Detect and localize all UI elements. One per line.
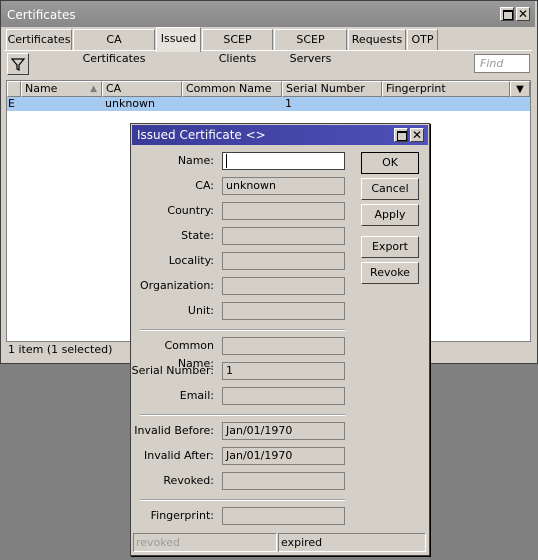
email-label: Email:	[179, 389, 214, 402]
close-icon: ✕	[517, 7, 529, 21]
revoke-button[interactable]: Revoke	[361, 262, 419, 284]
close-icon: ✕	[411, 128, 423, 142]
row-fingerprint	[382, 97, 510, 111]
country-field	[222, 202, 345, 220]
tab-otp[interactable]: OTP	[407, 29, 438, 50]
tab-scep-clients[interactable]: SCEP Clients	[202, 29, 273, 65]
column-header-name-label: Name	[25, 82, 58, 95]
invalid-after-field: Jan/01/1970	[222, 447, 345, 465]
tab-scep-servers[interactable]: SCEP Servers	[274, 29, 347, 65]
country-label: Country:	[167, 204, 214, 217]
serial-number-label: Serial Number:	[131, 364, 214, 377]
expired-status: expired	[278, 533, 426, 552]
find-input[interactable]: Find	[474, 54, 530, 73]
filter-button[interactable]	[7, 53, 29, 75]
tab-ca-certificates[interactable]: CA Certificates	[73, 29, 155, 65]
column-header-fingerprint[interactable]: Fingerprint	[382, 81, 510, 97]
state-field	[222, 227, 345, 245]
dialog-titlebar[interactable]: Issued Certificate <>	[132, 125, 428, 145]
column-header-name[interactable]: Name ▲	[21, 81, 102, 97]
maximize-icon	[397, 131, 407, 141]
apply-button[interactable]: Apply	[361, 204, 419, 226]
revoked-label: Revoked:	[163, 474, 214, 487]
maximize-icon	[503, 10, 513, 20]
locality-field	[222, 252, 345, 270]
tab-issued[interactable]: Issued	[156, 27, 201, 52]
row-name	[21, 97, 102, 111]
column-menu-button[interactable]: ▼	[510, 81, 530, 97]
tab-certificates[interactable]: Certificates	[6, 29, 72, 50]
sort-ascending-icon: ▲	[90, 84, 97, 94]
common-name-label: Common Name:	[164, 339, 214, 370]
ca-field: unknown	[222, 177, 345, 195]
organization-field	[222, 277, 345, 295]
row-ca: unknown	[105, 97, 155, 110]
column-header-flag[interactable]	[7, 81, 21, 97]
dialog-title: Issued Certificate <>	[137, 128, 266, 142]
name-input[interactable]	[222, 152, 345, 170]
maximize-button[interactable]	[500, 7, 514, 21]
unit-label: Unit:	[187, 304, 214, 317]
row-serial-number: 1	[285, 97, 292, 110]
close-button[interactable]: ✕	[516, 7, 530, 21]
invalid-after-label: Invalid After:	[144, 449, 214, 462]
fingerprint-label: Fingerprint:	[150, 509, 214, 522]
ok-button[interactable]: OK	[361, 152, 419, 174]
column-header-common-name[interactable]: Common Name	[182, 81, 282, 97]
common-name-field	[222, 337, 345, 355]
invalid-before-label: Invalid Before:	[134, 424, 214, 437]
column-header-serial-number[interactable]: Serial Number	[282, 81, 382, 97]
window-title: Certificates	[7, 8, 76, 22]
unit-field	[222, 302, 345, 320]
separator	[140, 414, 345, 416]
row-common-name	[182, 97, 282, 111]
window-titlebar[interactable]: Certificates	[1, 1, 535, 27]
revoked-status: revoked	[133, 533, 277, 552]
locality-label: Locality:	[168, 254, 214, 267]
filter-icon	[10, 58, 26, 71]
column-header-ca[interactable]: CA	[102, 81, 182, 97]
separator	[140, 329, 345, 331]
email-field	[222, 387, 345, 405]
export-button[interactable]: Export	[361, 236, 419, 258]
text-cursor	[226, 154, 227, 168]
row-flag: E	[8, 97, 15, 110]
dialog-maximize-button[interactable]	[394, 128, 408, 142]
tab-requests[interactable]: Requests	[348, 29, 406, 50]
state-label: State:	[181, 229, 214, 242]
separator	[140, 499, 345, 501]
invalid-before-field: Jan/01/1970	[222, 422, 345, 440]
ca-label: CA:	[195, 179, 214, 192]
organization-label: Organization:	[139, 279, 214, 292]
name-label: Name:	[177, 154, 214, 167]
revoked-field	[222, 472, 345, 490]
fingerprint-field	[222, 507, 345, 525]
chevron-down-icon: ▼	[516, 84, 524, 95]
dialog-close-button[interactable]: ✕	[410, 128, 424, 142]
cancel-button[interactable]: Cancel	[361, 178, 419, 200]
serial-number-field: 1	[222, 362, 345, 380]
